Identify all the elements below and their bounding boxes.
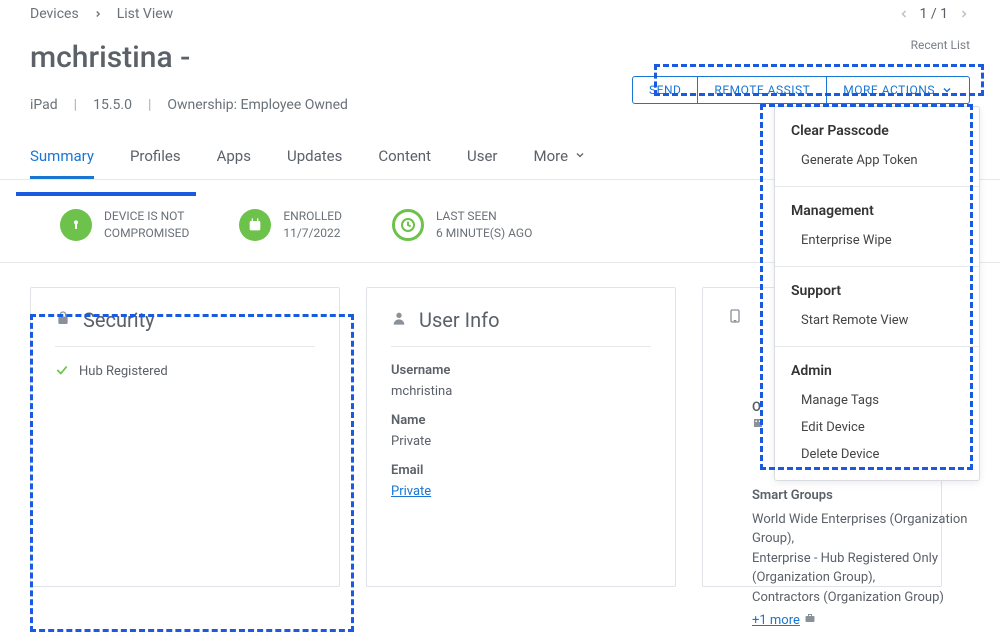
smart-groups-line: World Wide Enterprises (Organization Gro… [752,510,982,549]
smart-groups-line: Contractors (Organization Group) [752,588,982,608]
menu-heading-management: Management [775,199,979,227]
email-value[interactable]: Private [391,484,651,499]
email-label: Email [391,463,651,478]
status-enrolled-l1: ENROLLED [283,208,342,225]
menu-item-generate-token[interactable]: Generate App Token [775,147,979,174]
breadcrumb-listview[interactable]: List View [117,6,174,22]
userinfo-title: User Info [419,308,499,332]
status-lastseen-l1: LAST SEEN [436,208,532,225]
menu-heading-clear-passcode[interactable]: Clear Passcode [775,119,979,147]
name-value: Private [391,434,651,449]
status-lastseen-l2: 6 MINUTE(S) AGO [436,225,532,242]
tab-summary[interactable]: Summary [30,131,94,179]
chevron-down-icon [941,84,953,96]
subtitle-ownership: Ownership: Employee Owned [167,97,348,113]
subtitle-platform: iPad [30,97,58,113]
status-compromised-l2: COMPROMISED [104,225,189,242]
send-button[interactable]: SEND [632,76,698,104]
smart-groups: Smart Groups World Wide Enterprises (Org… [752,486,982,631]
tab-updates[interactable]: Updates [287,131,342,179]
username-value: mchristina [391,384,651,399]
smart-groups-line: Enterprise - Hub Registered Only (Organi… [752,549,982,588]
pager-text: 1 / 1 [920,6,948,22]
smart-groups-more-link[interactable]: +1 more [752,611,816,631]
og-label: O [752,400,764,415]
menu-item-start-remote-view[interactable]: Start Remote View [775,307,979,334]
status-enrolled: ENROLLED 11/7/2022 [239,208,342,242]
pager: 1 / 1 [898,6,970,22]
more-actions-label: MORE ACTIONS [843,83,935,97]
chevron-down-icon [574,147,586,165]
separator: | [74,97,77,113]
shield-icon [60,209,92,241]
userinfo-card: User Info Username mchristina Name Priva… [366,287,676,587]
menu-heading-support: Support [775,279,979,307]
clock-icon [392,209,424,241]
tab-content[interactable]: Content [378,131,431,179]
username-label: Username [391,363,651,378]
lock-icon [55,310,71,330]
breadcrumb-devices[interactable]: Devices [30,6,79,22]
calendar-icon [239,209,271,241]
status-enrolled-l2: 11/7/2022 [283,225,342,242]
smart-groups-label: Smart Groups [752,486,982,506]
briefcase-icon [804,611,816,631]
status-compromised: DEVICE IS NOT COMPROMISED [60,208,189,242]
security-title: Security [83,308,155,332]
security-card: Security Hub Registered [30,287,340,587]
menu-item-edit-device[interactable]: Edit Device [775,414,979,441]
separator: | [148,97,151,113]
menu-heading-admin: Admin [775,359,979,387]
status-compromised-l1: DEVICE IS NOT [104,208,189,225]
menu-item-enterprise-wipe[interactable]: Enterprise Wipe [775,227,979,254]
pager-next-icon[interactable] [958,8,970,20]
remote-assist-button[interactable]: REMOTE ASSIST [698,76,827,104]
page-title: mchristina - [30,40,970,75]
chevron-right-icon [93,9,103,19]
more-actions-button[interactable]: MORE ACTIONS [827,76,970,104]
org-group-row: O [752,400,764,433]
check-icon [55,363,69,381]
menu-item-delete-device[interactable]: Delete Device [775,441,979,468]
menu-item-manage-tags[interactable]: Manage Tags [775,387,979,414]
breadcrumb-bar: Devices List View 1 / 1 [0,0,1000,22]
name-label: Name [391,413,651,428]
status-lastseen: LAST SEEN 6 MINUTE(S) AGO [392,208,532,242]
user-icon [391,310,407,330]
pager-prev-icon[interactable] [898,8,910,20]
hub-registered-label: Hub Registered [79,364,168,379]
tab-more-label: More [534,147,569,165]
tab-more[interactable]: More [534,131,587,179]
device-icon [727,308,743,328]
tab-profiles[interactable]: Profiles [130,131,181,179]
action-bar: SEND REMOTE ASSIST MORE ACTIONS [632,76,970,104]
tab-user[interactable]: User [467,131,498,179]
more-link-text: +1 more [752,611,800,631]
tab-apps[interactable]: Apps [217,131,251,179]
more-actions-menu: Clear Passcode Generate App Token Manage… [774,106,980,481]
building-icon [752,417,764,433]
highlight-underline [16,192,196,196]
subtitle-version: 15.5.0 [93,97,132,113]
